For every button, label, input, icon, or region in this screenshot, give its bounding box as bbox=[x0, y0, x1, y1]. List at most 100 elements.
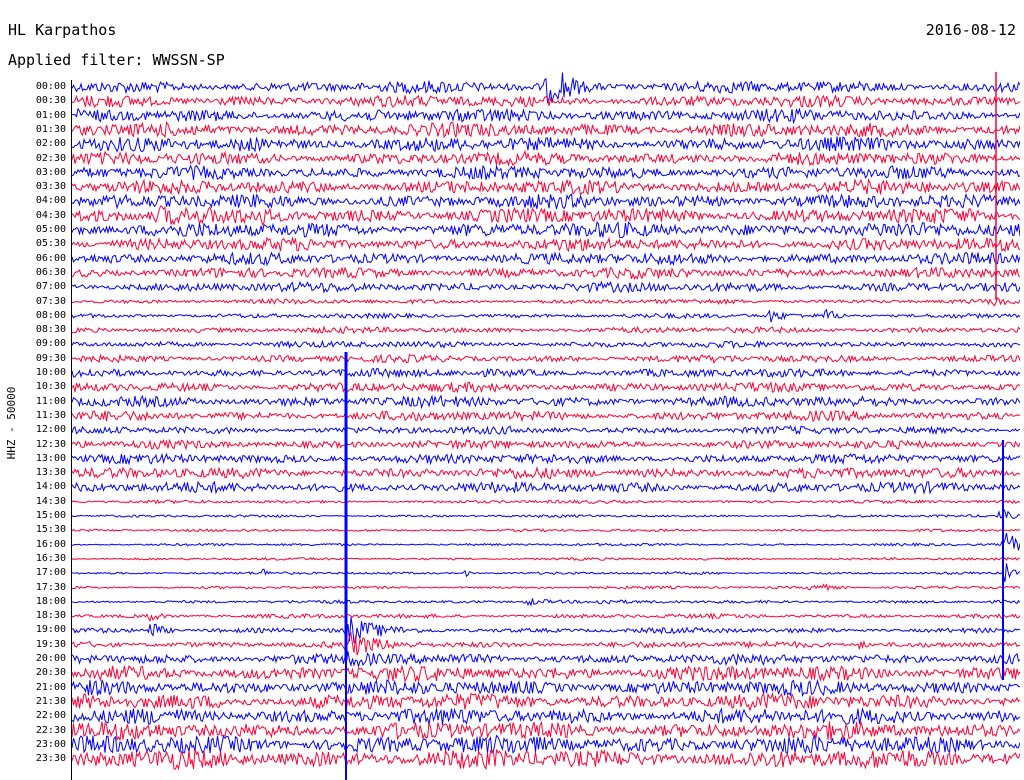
trace-line bbox=[72, 617, 1020, 644]
time-axis-labels: 00:00 00:30 01:00 01:30 02:00 02:30 03:00 03:30… bbox=[0, 0, 66, 780]
trace-line bbox=[72, 367, 1020, 379]
trace-line bbox=[72, 136, 1020, 153]
helicorder-page: HL Karpathos 2016-08-12 Applied filter: … bbox=[0, 0, 1024, 780]
trace-line bbox=[72, 177, 1020, 196]
time-label: 18:00 bbox=[35, 595, 66, 607]
trace-line bbox=[72, 480, 1020, 495]
seismogram-traces bbox=[72, 72, 1020, 780]
time-label: 07:30 bbox=[35, 295, 66, 307]
time-label: 06:00 bbox=[35, 252, 66, 264]
trace-line bbox=[72, 733, 1020, 755]
trace-line bbox=[72, 107, 1020, 125]
time-label: 15:30 bbox=[35, 524, 66, 536]
time-label: 17:00 bbox=[35, 567, 66, 579]
trace-line bbox=[72, 720, 1020, 742]
time-label: 11:30 bbox=[35, 409, 66, 421]
trace-line bbox=[72, 748, 1020, 771]
trace-line bbox=[72, 266, 1020, 280]
trace-line bbox=[72, 707, 1020, 726]
time-label: 19:30 bbox=[35, 638, 66, 650]
time-label: 18:30 bbox=[35, 610, 66, 622]
trace-line bbox=[72, 72, 1020, 104]
trace-line bbox=[72, 507, 1020, 520]
time-label: 20:30 bbox=[35, 667, 66, 679]
trace-line bbox=[72, 532, 1020, 551]
time-label: 14:00 bbox=[35, 481, 66, 493]
trace-line bbox=[72, 424, 1020, 436]
time-label: 22:30 bbox=[35, 724, 66, 736]
time-label: 16:30 bbox=[35, 552, 66, 564]
trace-line bbox=[72, 192, 1020, 210]
trace-line bbox=[72, 452, 1020, 466]
time-label: 11:00 bbox=[35, 395, 66, 407]
trace-line bbox=[72, 465, 1020, 480]
time-label: 04:30 bbox=[35, 209, 66, 221]
plot-date: 2016-08-12 bbox=[925, 21, 1016, 39]
time-label: 14:30 bbox=[35, 495, 66, 507]
trace-line bbox=[72, 251, 1020, 267]
time-label: 17:30 bbox=[35, 581, 66, 593]
trace-line bbox=[72, 205, 1020, 226]
trace-line bbox=[72, 121, 1020, 139]
time-label: 19:00 bbox=[35, 624, 66, 636]
time-label: 01:30 bbox=[35, 123, 66, 135]
time-label: 03:30 bbox=[35, 181, 66, 193]
trace-line bbox=[72, 409, 1020, 423]
time-label: 23:00 bbox=[35, 738, 66, 750]
trace-line bbox=[72, 438, 1020, 451]
time-label: 02:00 bbox=[35, 138, 66, 150]
time-label: 21:30 bbox=[35, 695, 66, 707]
time-label: 21:00 bbox=[35, 681, 66, 693]
time-label: 09:30 bbox=[35, 352, 66, 364]
time-label: 10:30 bbox=[35, 381, 66, 393]
time-label: 09:00 bbox=[35, 338, 66, 350]
trace-line bbox=[72, 149, 1020, 167]
trace-line bbox=[72, 325, 1020, 335]
time-label: 05:30 bbox=[35, 238, 66, 250]
trace-line bbox=[72, 556, 1020, 561]
time-label: 10:00 bbox=[35, 367, 66, 378]
time-label: 20:00 bbox=[35, 653, 66, 664]
trace-line bbox=[72, 221, 1020, 239]
time-label: 01:00 bbox=[35, 109, 66, 121]
trace-line bbox=[72, 296, 1020, 307]
trace-line bbox=[72, 664, 1020, 684]
trace-line bbox=[72, 353, 1020, 364]
trace-line bbox=[72, 528, 1020, 533]
time-label: 23:30 bbox=[35, 753, 66, 765]
trace-line bbox=[72, 308, 1020, 323]
trace-line bbox=[72, 394, 1020, 410]
time-label: 13:00 bbox=[35, 452, 66, 464]
time-label: 03:00 bbox=[35, 166, 66, 178]
time-label: 04:00 bbox=[35, 195, 66, 207]
trace-line bbox=[72, 339, 1020, 350]
trace-line bbox=[72, 280, 1020, 294]
trace-line bbox=[72, 94, 1020, 109]
trace-line bbox=[72, 498, 1020, 505]
trace-line bbox=[72, 651, 1020, 668]
trace-line bbox=[72, 381, 1020, 394]
time-label: 05:00 bbox=[35, 224, 66, 235]
trace-line bbox=[72, 631, 1020, 656]
trace-line bbox=[72, 583, 1020, 592]
trace-line bbox=[72, 164, 1020, 181]
time-label: 07:00 bbox=[35, 281, 66, 293]
time-label: 08:30 bbox=[35, 324, 66, 336]
trace-line bbox=[72, 612, 1020, 622]
trace-line bbox=[72, 691, 1020, 712]
time-label: 22:00 bbox=[35, 710, 66, 722]
time-label: 00:00 bbox=[35, 81, 66, 92]
trace-line bbox=[72, 678, 1020, 697]
time-label: 12:00 bbox=[35, 424, 66, 436]
time-label: 00:30 bbox=[35, 95, 66, 107]
trace-line bbox=[72, 563, 1020, 583]
time-label: 08:00 bbox=[35, 309, 66, 321]
trace-line bbox=[72, 236, 1020, 253]
time-label: 02:30 bbox=[35, 152, 66, 164]
time-label: 15:00 bbox=[35, 510, 66, 521]
time-label: 13:30 bbox=[35, 467, 66, 479]
time-label: 16:00 bbox=[35, 538, 66, 550]
trace-line bbox=[72, 598, 1020, 607]
time-label: 06:30 bbox=[35, 266, 66, 278]
time-label: 12:30 bbox=[35, 438, 66, 450]
